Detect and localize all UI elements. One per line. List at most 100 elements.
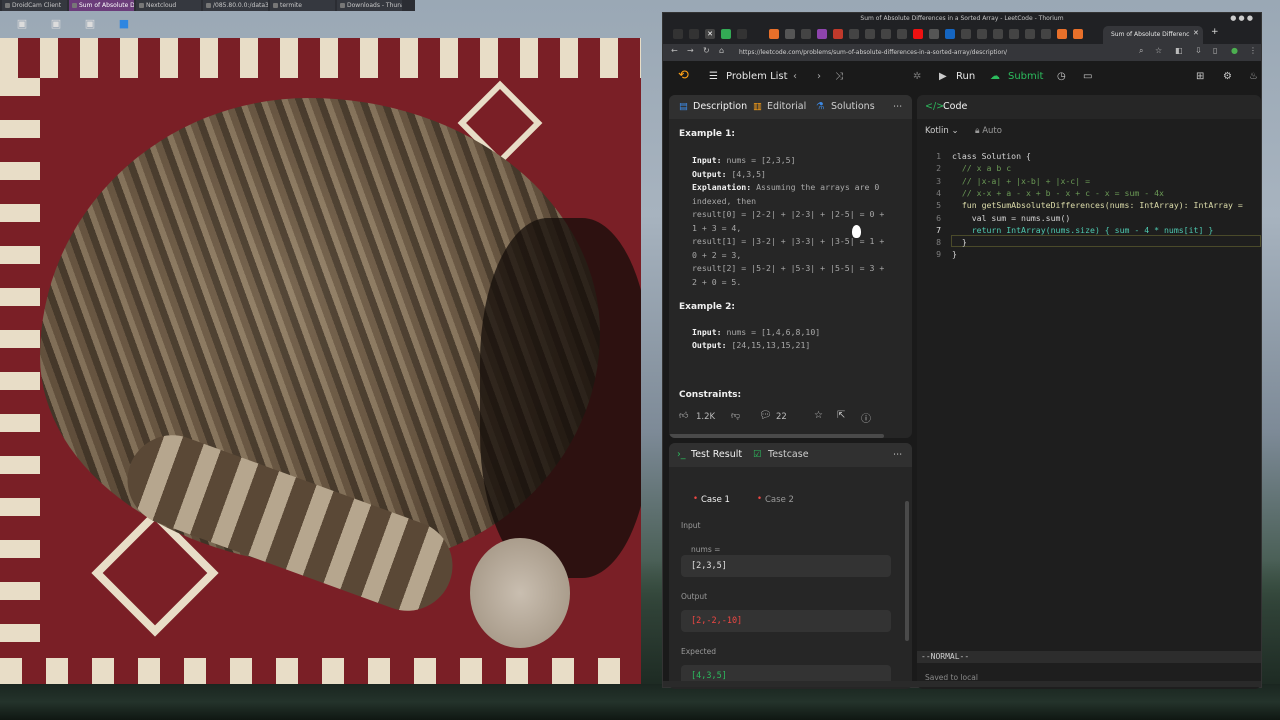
downloads-icon[interactable]: ⇩ bbox=[1195, 46, 1202, 55]
tab-favicon[interactable] bbox=[977, 29, 987, 39]
tab-leetcode[interactable]: Sum of Absolute Differenc bbox=[1103, 26, 1203, 44]
comment-icon[interactable]: 💬︎ bbox=[759, 410, 772, 421]
tab-favicon[interactable] bbox=[1073, 29, 1083, 39]
tab-favicon[interactable] bbox=[817, 29, 827, 39]
tab-favicon[interactable] bbox=[993, 29, 1003, 39]
list-icon: ☰ bbox=[709, 71, 718, 82]
vim-mode-status: --NORMAL-- bbox=[917, 651, 1261, 663]
youtube-icon[interactable] bbox=[913, 29, 923, 39]
tab-test-result[interactable]: Test Result bbox=[691, 449, 742, 460]
help-icon[interactable]: ⓘ bbox=[861, 410, 871, 425]
example1-explanation: Explanation: Assuming the arrays are 0 bbox=[692, 182, 879, 192]
terminal-icon[interactable]: ▣ bbox=[14, 17, 30, 30]
tab-favicon[interactable] bbox=[929, 29, 939, 39]
code-line[interactable]: 7 return IntArray(nums.size) { sum - 4 *… bbox=[917, 224, 1261, 236]
favorite-star-icon[interactable]: ☆ bbox=[814, 410, 823, 421]
browser-horizontal-scrollbar[interactable] bbox=[663, 681, 1261, 687]
tab-favicon[interactable] bbox=[897, 29, 907, 39]
reload-icon[interactable]: ↻ bbox=[703, 46, 710, 55]
tab-favicon[interactable] bbox=[945, 29, 955, 39]
layout-icon[interactable]: ⊞ bbox=[1196, 71, 1204, 82]
code-text: val sum = nums.sum() bbox=[952, 212, 1071, 223]
taskbar-item-thunar[interactable]: Downloads - Thunar bbox=[337, 0, 402, 11]
code-line[interactable]: 3 // |x-a| + |x-b| + |x-c| = bbox=[917, 175, 1261, 187]
search-icon[interactable]: ⌕ bbox=[1139, 46, 1143, 56]
tab-case-2[interactable]: Case 2 bbox=[765, 495, 794, 505]
code-line[interactable]: 2 // x a b c bbox=[917, 162, 1261, 174]
back-icon[interactable]: ← bbox=[671, 46, 678, 55]
tab-favicon[interactable] bbox=[1057, 29, 1067, 39]
leetcode-logo-icon[interactable]: ⟲ bbox=[678, 68, 689, 83]
menu-icon[interactable]: ⋮ bbox=[1249, 46, 1257, 55]
taskbar-item-leetcode[interactable]: Sum of Absolute Di... bbox=[69, 0, 134, 11]
tab-favicon[interactable] bbox=[689, 29, 699, 39]
tab-favicon[interactable] bbox=[785, 29, 795, 39]
chevron-down-icon: ⌄ bbox=[951, 126, 959, 136]
folder-icon[interactable]: ■ bbox=[116, 17, 132, 30]
share-icon[interactable]: ⇱ bbox=[837, 410, 845, 421]
code-line[interactable]: 1 class Solution { bbox=[917, 150, 1261, 162]
star-icon[interactable]: ☆ bbox=[1155, 46, 1162, 55]
timer-icon[interactable]: ◷ bbox=[1057, 71, 1066, 82]
window-controls[interactable]: ● ● ● bbox=[1230, 14, 1253, 22]
auto-toggle[interactable]: 🔒︎ Auto bbox=[975, 126, 1002, 136]
tab-code[interactable]: Code bbox=[943, 101, 967, 112]
tab-favicon[interactable] bbox=[1009, 29, 1019, 39]
vertical-scrollbar[interactable] bbox=[905, 501, 909, 641]
taskbar-item-nextcloud[interactable]: Nextcloud bbox=[136, 0, 201, 11]
tab-favicon[interactable] bbox=[865, 29, 875, 39]
thumbs-down-icon[interactable]: 👎︎ bbox=[731, 411, 740, 421]
problem-list-link[interactable]: Problem List bbox=[726, 71, 788, 82]
home-icon[interactable]: ⌂ bbox=[719, 46, 724, 55]
taskbar-item-droidcam[interactable]: DroidCam Client bbox=[2, 0, 67, 11]
sidebar-icon[interactable]: ▯ bbox=[1213, 46, 1217, 55]
terminal-icon[interactable]: ▣ bbox=[82, 17, 98, 30]
submit-button[interactable]: Submit bbox=[1008, 71, 1043, 82]
tab-favicon[interactable] bbox=[673, 29, 683, 39]
code-line[interactable]: 6 val sum = nums.sum() bbox=[917, 212, 1261, 224]
terminal-icon[interactable]: ▣ bbox=[48, 17, 64, 30]
close-tab-icon[interactable]: ✕ bbox=[1193, 29, 1199, 37]
tab-favicon[interactable] bbox=[1041, 29, 1051, 39]
tab-testcase[interactable]: Testcase bbox=[768, 449, 809, 460]
url-input[interactable]: https://leetcode.com/problems/sum-of-abs… bbox=[739, 47, 1139, 58]
tab-case-1[interactable]: Case 1 bbox=[701, 495, 730, 505]
shuffle-icon[interactable]: ⤨ bbox=[835, 71, 843, 82]
more-options-icon[interactable]: ⋯ bbox=[893, 101, 903, 112]
tab-favicon[interactable] bbox=[769, 29, 779, 39]
tab-favicon[interactable] bbox=[849, 29, 859, 39]
next-problem-icon[interactable]: › bbox=[817, 71, 821, 82]
debug-icon[interactable]: ✲ bbox=[913, 71, 921, 82]
settings-gear-icon[interactable]: ⚙ bbox=[1223, 71, 1232, 82]
run-button[interactable]: Run bbox=[956, 71, 975, 82]
tab-editorial[interactable]: Editorial bbox=[767, 101, 806, 112]
thumbs-up-icon[interactable]: 👍︎ bbox=[679, 411, 688, 421]
code-line[interactable]: 5 fun getSumAbsoluteDifferences(nums: In… bbox=[917, 199, 1261, 211]
taskbar-item-termite[interactable]: termite bbox=[270, 0, 335, 11]
tab-favicon[interactable] bbox=[961, 29, 971, 39]
horizontal-scrollbar[interactable] bbox=[669, 434, 884, 438]
tab-favicon[interactable] bbox=[737, 29, 747, 39]
profile-icon[interactable]: ● bbox=[1231, 46, 1238, 55]
tab-favicon[interactable] bbox=[721, 29, 731, 39]
tab-favicon[interactable] bbox=[801, 29, 811, 39]
tab-solutions[interactable]: Solutions bbox=[831, 101, 875, 112]
taskbar-item-remote[interactable]: /085.80.0.0:/data3... bbox=[203, 0, 268, 11]
language-select[interactable]: Kotlin ⌄ bbox=[925, 126, 959, 136]
tab-favicon[interactable] bbox=[881, 29, 891, 39]
x-icon[interactable]: ✕ bbox=[705, 29, 715, 39]
prev-problem-icon[interactable]: ‹ bbox=[793, 71, 797, 82]
notes-icon[interactable]: ▭ bbox=[1083, 71, 1092, 82]
forward-icon[interactable]: → bbox=[687, 46, 694, 55]
tab-favicon[interactable] bbox=[1025, 29, 1035, 39]
tab-description[interactable]: Description bbox=[693, 101, 747, 112]
run-play-icon[interactable]: ▶ bbox=[939, 71, 947, 82]
more-options-icon[interactable]: ⋯ bbox=[893, 449, 903, 460]
streak-fire-icon[interactable]: ♨ bbox=[1249, 71, 1258, 82]
code-line[interactable]: 4 // x-x + a - x + b - x + c - x = sum -… bbox=[917, 187, 1261, 199]
code-line[interactable]: 9} bbox=[917, 248, 1261, 260]
code-line[interactable]: 8 } bbox=[917, 236, 1261, 248]
extensions-icon[interactable]: ◧ bbox=[1175, 46, 1183, 55]
gmail-icon[interactable] bbox=[833, 29, 843, 39]
new-tab-icon[interactable]: + bbox=[1211, 27, 1219, 37]
